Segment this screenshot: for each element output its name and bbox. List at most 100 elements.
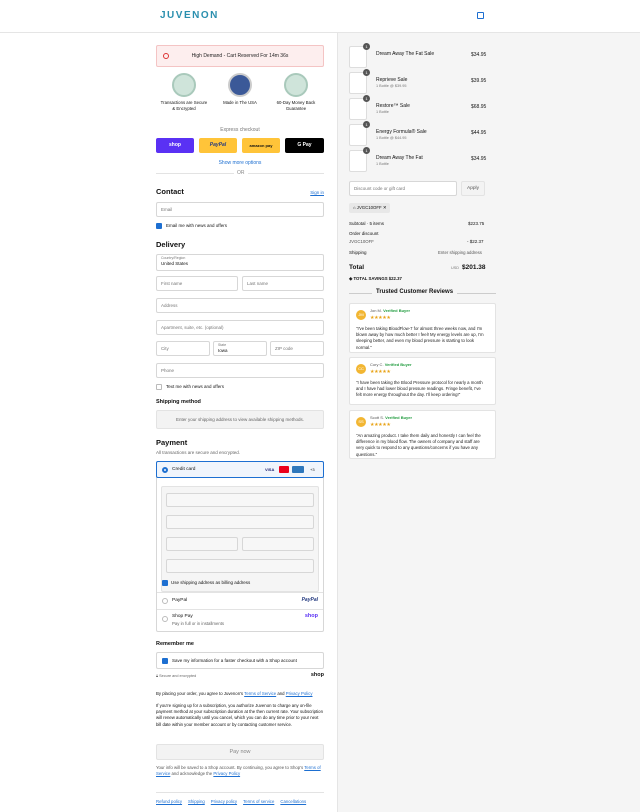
order-summary: 1 Dream Away The Fat Sale $34.95 1 Reprieve…	[337, 33, 640, 812]
legal-agreement: By placing your order, you agree to Juve…	[156, 691, 313, 696]
cart-item: 1 Dream Away The Fat 1 Bottle $34.95	[349, 147, 631, 172]
discount-tag: ⌂ JVGC10OFF ✕	[349, 203, 391, 213]
subtotal-label: Subtotal · 5 items	[349, 221, 385, 226]
review-card: SS Scott S. Verified Buyer ★★★★★ "An amazin…	[349, 410, 496, 459]
country-select[interactable]: Country/Region United States	[156, 254, 324, 271]
privacy-policy-link[interactable]: Privacy policy	[211, 799, 237, 804]
credit-card-option[interactable]: Credit card VISA +3	[156, 461, 324, 478]
email-field[interactable]: Email	[156, 202, 324, 217]
discount-code-label: JVGC10OFF	[349, 239, 374, 244]
cart-item: 1 Restore™ Sale 1 Bottle $68.95	[349, 95, 631, 120]
billing-label: Use shipping address as billing address	[171, 580, 251, 585]
privacy-link[interactable]: Privacy Policy	[286, 691, 313, 696]
cart-reserved-banner: High Demand - Cart Reserved For 14m 36s	[156, 45, 324, 67]
phone-field[interactable]: Phone	[156, 363, 324, 378]
avatar: JM	[356, 310, 366, 320]
terms-of-service-link[interactable]: Terms of service	[243, 799, 274, 804]
show-more-options[interactable]: Show more options	[156, 160, 324, 166]
secure-encrypted-note: 🔒︎ Secure and encrypted	[156, 674, 197, 678]
paypal-option[interactable]: PayPal	[172, 598, 187, 603]
express-checkout-title: Express checkout	[220, 127, 260, 133]
text-offers-checkbox[interactable]	[156, 384, 162, 390]
total-savings: ◈ TOTAL SAVINGS $22.37	[349, 276, 402, 281]
terms-link[interactable]: Terms of Service	[244, 691, 276, 696]
sign-in-link[interactable]: Sign in	[310, 190, 324, 195]
remember-me-box: Save my information for a faster checkou…	[156, 652, 324, 669]
or-divider: OR	[234, 170, 248, 176]
save-info-label: Save my information for a faster checkou…	[172, 658, 297, 663]
quantity-badge: 1	[363, 95, 370, 102]
us-flag-icon	[228, 73, 252, 97]
shop-brand-icon: shop	[310, 672, 324, 678]
badge-secure: Transactions are Secure & Encrypted	[159, 73, 209, 111]
shipping-method-note: Enter your shipping address to view avai…	[156, 410, 324, 429]
quantity-badge: 1	[363, 69, 370, 76]
subscription-terms: If you're signing up for a subscription,…	[156, 703, 323, 727]
text-offers-label: Text me with news and offers	[166, 384, 224, 389]
paypal-logo-icon: PayPal	[301, 597, 318, 603]
card-number-field[interactable]	[166, 493, 314, 507]
review-card: JM Jon M. Verified Buyer ★★★★★ "I've been t…	[349, 303, 496, 353]
footer-links: Refund policy Shipping Privacy policy Terms…	[156, 799, 312, 804]
total-label: Total	[349, 264, 365, 271]
refund-policy-link[interactable]: Refund policy	[156, 799, 182, 804]
avatar: SS	[356, 417, 366, 427]
quantity-badge: 1	[363, 43, 370, 50]
news-checkbox[interactable]	[156, 223, 162, 229]
shop-pay-radio[interactable]	[162, 616, 168, 622]
credit-card-radio[interactable]	[162, 467, 168, 473]
last-name-field[interactable]: Last name	[242, 276, 324, 291]
save-info-checkbox[interactable]	[162, 658, 168, 664]
city-field[interactable]: City	[156, 341, 210, 356]
badge-usa: Made in The USA	[215, 73, 265, 111]
cart-item: 1 Reprieve Sale 1 Bottle @ $39.95 $39.95	[349, 69, 631, 94]
shipping-method-title: Shipping method	[156, 399, 201, 405]
total-value: $201.38	[462, 264, 486, 271]
header: JUVENON	[0, 0, 640, 33]
clock-icon	[163, 53, 169, 59]
first-name-field[interactable]: First name	[156, 276, 238, 291]
remember-me-title: Remember me	[156, 641, 194, 647]
discount-value: - $22.37	[467, 239, 484, 244]
amazon-pay-button[interactable]: amazon pay	[242, 138, 280, 153]
trust-badges: Transactions are Secure & Encrypted Made…	[156, 73, 324, 111]
cart-item: 1 Dream Away The Fat Sale $34.95	[349, 43, 631, 68]
discount-code-field[interactable]: Discount code or gift card	[349, 181, 457, 196]
state-select[interactable]: State Iowa	[213, 341, 267, 356]
apartment-field[interactable]: Apartment, suite, etc. (optional)	[156, 320, 324, 335]
cart-bag-icon[interactable]	[477, 12, 484, 19]
card-extra-field[interactable]	[166, 559, 314, 573]
paypal-radio[interactable]	[162, 598, 168, 604]
cart-item: 1 Energy Formula® Sale 1 Bottle @ $44.95 $4…	[349, 121, 631, 146]
shipping-link[interactable]: Shipping	[188, 799, 205, 804]
address-field[interactable]: Address	[156, 298, 324, 313]
card-security-code-field[interactable]	[166, 537, 238, 551]
quantity-badge: 1	[363, 121, 370, 128]
news-label: Email me with news and offers	[166, 223, 227, 228]
shop-pay-option[interactable]: Shop Pay	[172, 614, 193, 619]
pay-now-button[interactable]: Pay now	[156, 744, 324, 760]
quantity-badge: 1	[363, 147, 370, 154]
billing-checkbox[interactable]	[162, 580, 168, 586]
amex-icon	[292, 466, 304, 473]
order-discount-label: Order discount	[349, 231, 379, 236]
google-pay-button[interactable]: G Pay	[285, 138, 324, 153]
paypal-button[interactable]: PayPal	[199, 138, 237, 153]
shop-pay-sub: Pay in full or in installments	[172, 621, 225, 626]
logo[interactable]: JUVENON	[160, 10, 219, 21]
card-name-field[interactable]	[242, 537, 314, 551]
card-expiration-field[interactable]	[166, 515, 314, 529]
card-fields-area	[161, 486, 319, 592]
remove-code-icon[interactable]: ✕	[382, 205, 387, 210]
shop-logo-icon: shop	[304, 613, 318, 619]
apply-button[interactable]: Apply	[461, 181, 485, 196]
subtotal-value: $223.75	[468, 221, 485, 226]
guarantee-seal-icon	[284, 73, 308, 97]
cancellations-link[interactable]: Cancellations	[280, 799, 306, 804]
shop-privacy-link[interactable]: Privacy Policy	[213, 771, 240, 776]
stars-icon: ★★★★★	[370, 369, 391, 375]
mastercard-icon	[279, 466, 289, 473]
currency: USD	[451, 266, 460, 270]
shop-pay-button[interactable]: shop	[156, 138, 194, 153]
zip-field[interactable]: ZIP code	[270, 341, 324, 356]
